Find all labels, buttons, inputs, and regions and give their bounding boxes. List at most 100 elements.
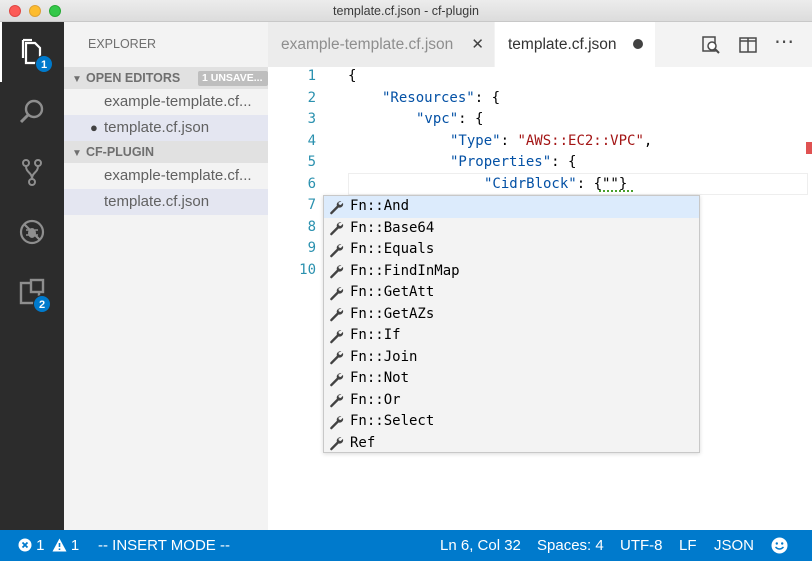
- window-title: template.cf.json - cf-plugin: [333, 4, 479, 18]
- source-control-activity[interactable]: [0, 142, 64, 202]
- open-editor-label: template.cf.json: [104, 119, 210, 136]
- suggestion-item[interactable]: Fn::Select: [324, 411, 699, 433]
- status-bar: 1 1 -- INSERT MODE -- Ln 6, Col 32 Space…: [0, 530, 812, 561]
- feedback-smiley-icon[interactable]: [771, 537, 788, 554]
- more-actions-icon[interactable]: ⋯: [774, 32, 794, 52]
- code-line: {: [348, 68, 357, 84]
- sidebar-title: EXPLORER: [88, 37, 157, 51]
- modified-dot-icon: ●: [90, 120, 98, 135]
- wrench-icon: [330, 437, 344, 451]
- unsaved-dot-icon[interactable]: [633, 39, 643, 49]
- open-editor-item[interactable]: example-template.cf...: [64, 89, 268, 115]
- problems-indicator[interactable]: 1 1: [18, 530, 79, 561]
- wrench-icon: [330, 394, 344, 408]
- wrench-icon: [330, 308, 344, 322]
- open-editor-item[interactable]: ● template.cf.json: [64, 115, 268, 141]
- activity-bar: 1 2: [0, 22, 64, 530]
- line-number: 7: [307, 197, 316, 213]
- end-of-line[interactable]: LF: [679, 530, 697, 561]
- suggestion-item[interactable]: Ref: [324, 433, 699, 455]
- window-maximize-button[interactable]: [49, 5, 61, 17]
- window-close-button[interactable]: [9, 5, 21, 17]
- explorer-activity[interactable]: 1: [0, 22, 64, 82]
- wrench-icon: [330, 351, 344, 365]
- wrench-icon: [330, 373, 344, 387]
- error-squiggle: [599, 189, 633, 192]
- wrench-icon: [330, 201, 344, 215]
- suggestion-item[interactable]: Fn::FindInMap: [324, 261, 699, 283]
- suggestion-label: Fn::Base64: [350, 219, 435, 236]
- suggestion-item[interactable]: Fn::And: [324, 196, 699, 218]
- tab-template[interactable]: template.cf.json: [495, 22, 655, 67]
- suggestion-label: Fn::Not: [350, 370, 410, 386]
- suggestion-label: Fn::Join: [350, 348, 418, 365]
- line-number: 1: [307, 68, 316, 84]
- line-number: 10: [299, 261, 316, 278]
- code-line: "vpc": {: [416, 111, 484, 127]
- suggestion-item[interactable]: Fn::Base64: [324, 218, 699, 240]
- chevron-down-icon: ▼: [72, 148, 82, 159]
- indentation[interactable]: Spaces: 4: [537, 530, 604, 561]
- line-number: 5: [307, 154, 316, 170]
- wrench-icon: [330, 222, 344, 236]
- file-item[interactable]: template.cf.json: [64, 189, 268, 215]
- title-bar: template.cf.json - cf-plugin: [0, 0, 812, 22]
- file-label: template.cf.json: [104, 193, 210, 210]
- explorer-sidebar: EXPLORER ▼ OPEN EDITORS 1 UNSAVE... examp…: [64, 22, 268, 530]
- warning-icon: [52, 538, 67, 552]
- window-minimize-button[interactable]: [29, 5, 41, 17]
- debug-activity[interactable]: [0, 202, 64, 262]
- cursor-position[interactable]: Ln 6, Col 32: [440, 530, 521, 561]
- tab-label: example-template.cf.json: [281, 36, 454, 53]
- vim-mode: -- INSERT MODE --: [98, 537, 230, 554]
- line-number: 8: [307, 218, 316, 235]
- open-preview-icon[interactable]: [701, 35, 721, 55]
- close-icon[interactable]: ✕: [471, 22, 484, 67]
- project-folder-label: CF-PLUGIN: [86, 145, 155, 159]
- editor-tab-bar: example-template.cf.json ✕ template.cf.j…: [268, 22, 812, 67]
- code-line: "Type": "AWS::EC2::VPC",: [450, 132, 653, 149]
- tab-example-template[interactable]: example-template.cf.json ✕: [268, 22, 495, 67]
- chevron-down-icon: ▼: [72, 74, 82, 85]
- suggestion-item[interactable]: Fn::Equals: [324, 239, 699, 261]
- code-line: "Properties": {: [450, 154, 577, 170]
- extensions-activity[interactable]: 2: [0, 262, 64, 322]
- explorer-badge: 1: [35, 55, 53, 73]
- suggestion-widget[interactable]: Fn::AndFn::Base64Fn::EqualsFn::FindInMap…: [323, 195, 700, 453]
- open-editor-label: example-template.cf...: [104, 93, 252, 110]
- suggestion-label: Fn::If: [350, 327, 401, 343]
- project-folder-header[interactable]: ▼ CF-PLUGIN: [64, 141, 268, 163]
- suggestion-item[interactable]: Fn::If: [324, 325, 699, 347]
- line-number: 9: [307, 240, 316, 256]
- file-item[interactable]: example-template.cf...: [64, 163, 268, 189]
- warning-count: 1: [70, 537, 80, 554]
- open-editors-label: OPEN EDITORS: [86, 71, 181, 85]
- language-mode[interactable]: JSON: [714, 530, 754, 561]
- encoding[interactable]: UTF-8: [620, 530, 663, 561]
- suggestion-label: Fn::And: [350, 198, 410, 214]
- unsaved-count-badge: 1 UNSAVE...: [198, 71, 268, 86]
- search-icon: [19, 99, 44, 124]
- split-editor-icon[interactable]: [738, 35, 758, 55]
- code-line: "Resources": {: [382, 89, 501, 106]
- error-icon: [18, 538, 32, 552]
- suggestion-item[interactable]: Fn::GetAZs: [324, 304, 699, 326]
- suggestion-item[interactable]: Fn::Join: [324, 347, 699, 369]
- error-count: 1: [36, 537, 45, 554]
- wrench-icon: [330, 330, 344, 344]
- wrench-icon: [330, 416, 344, 430]
- suggestion-label: Fn::Equals: [350, 241, 435, 257]
- suggestion-label: Fn::GetAtt: [350, 284, 435, 300]
- extensions-badge: 2: [33, 295, 51, 313]
- open-editors-header[interactable]: ▼ OPEN EDITORS 1 UNSAVE...: [64, 67, 268, 89]
- file-label: example-template.cf...: [104, 167, 252, 184]
- suggestion-item[interactable]: Fn::Not: [324, 368, 699, 390]
- suggestion-item[interactable]: Fn::GetAtt: [324, 282, 699, 304]
- suggestion-label: Fn::GetAZs: [350, 305, 435, 322]
- suggestion-label: Fn::FindInMap: [350, 262, 460, 279]
- wrench-icon: [330, 287, 344, 301]
- search-activity[interactable]: [0, 82, 64, 142]
- suggestion-item[interactable]: Fn::Or: [324, 390, 699, 412]
- tab-label: template.cf.json: [508, 36, 617, 53]
- overview-ruler-error: [806, 142, 812, 154]
